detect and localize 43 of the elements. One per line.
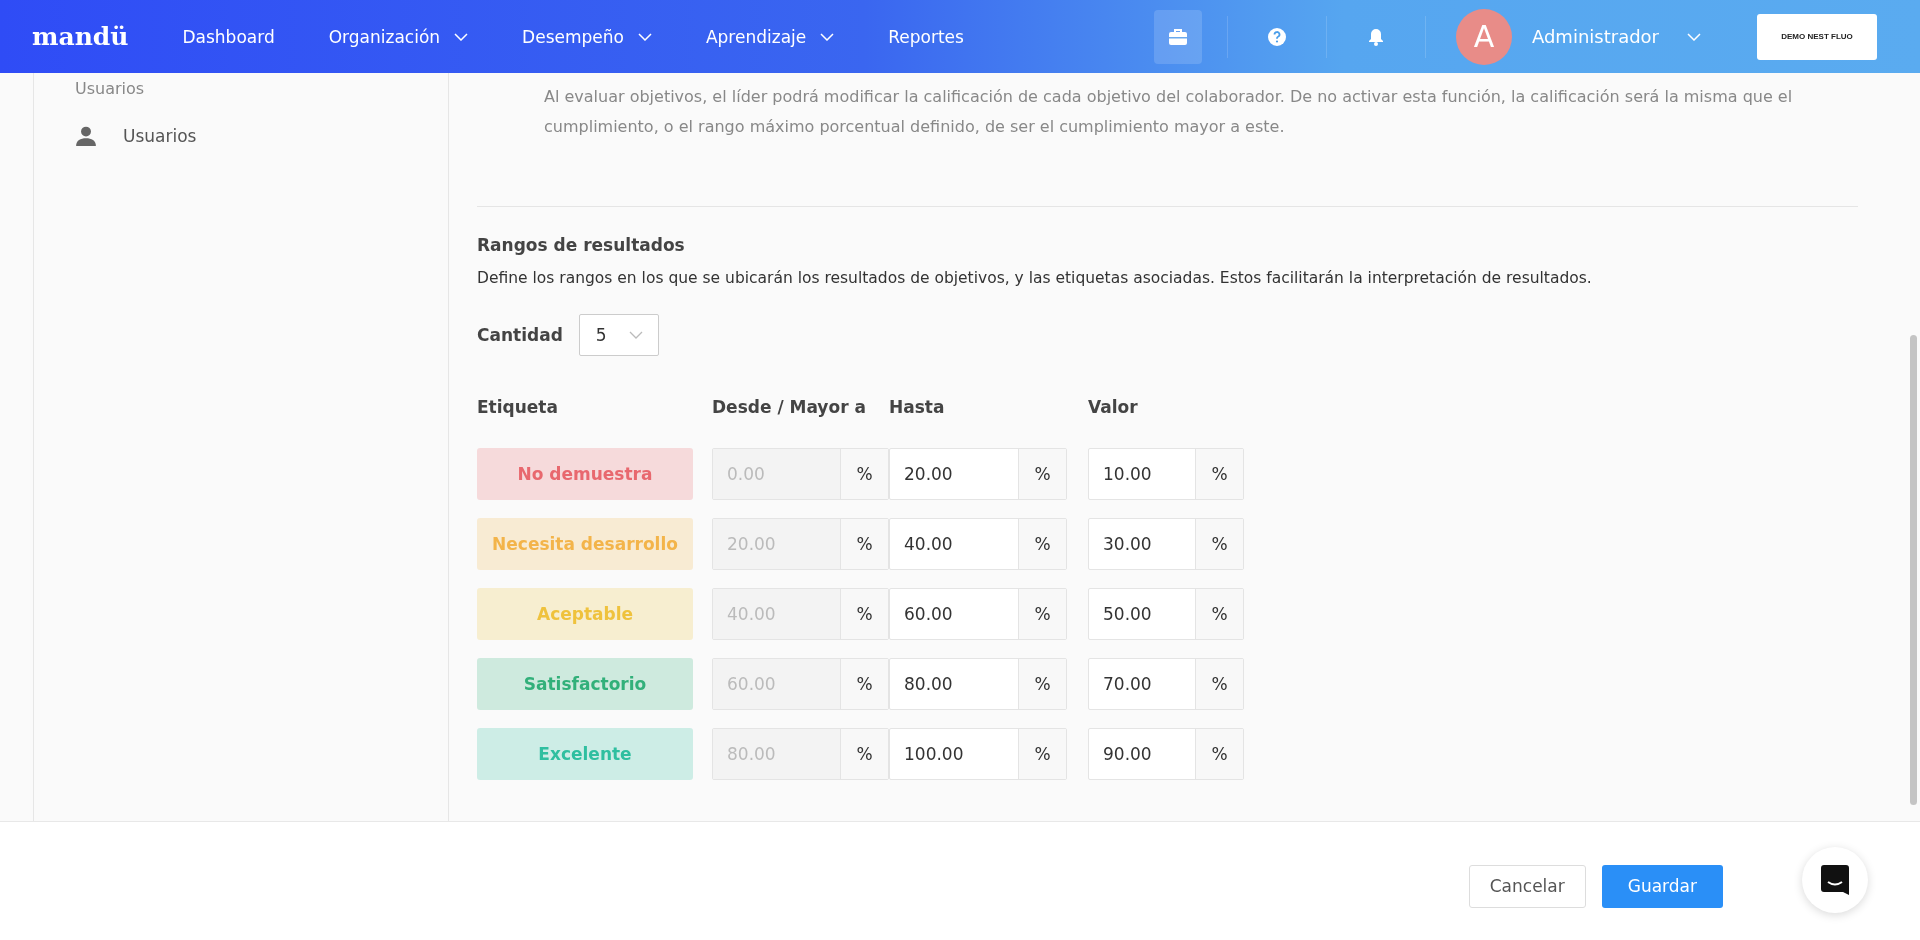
- range-label: Satisfactorio: [477, 658, 693, 710]
- range-label: Necesita desarrollo: [477, 518, 693, 570]
- to-input[interactable]: 40.00 %: [889, 518, 1067, 570]
- value-input[interactable]: 30.00 %: [1088, 518, 1244, 570]
- quantity-select[interactable]: 5: [578, 314, 659, 356]
- nav-menu-item[interactable]: Organización: [328, 26, 469, 47]
- section-title: Rangos de resultados: [477, 235, 686, 255]
- nav-menu-item[interactable]: Dashboard: [182, 26, 275, 47]
- person-icon: [75, 125, 97, 147]
- to-input[interactable]: 80.00 %: [889, 658, 1067, 710]
- column-header: Hasta: [889, 396, 946, 419]
- to-input[interactable]: 60.00 %: [889, 588, 1067, 640]
- column-header: Valor: [1088, 396, 1139, 419]
- option-description: Al evaluar objetivos, el líder podrá modificar la calificación de cada objetivo del colaborador. De no activar esta función, la calificación será la misma que el cumplimiento, o el rango máximo porcentual definido, de ser el cumplimiento mayor a este.: [544, 86, 1794, 138]
- chevron-down-icon: [820, 32, 835, 41]
- range-label: Excelente: [477, 728, 693, 780]
- nav-menu-item[interactable]: Aprendizaje: [705, 26, 835, 47]
- chevron-down-icon: [637, 32, 652, 41]
- cancel-button[interactable]: Cancelar: [1468, 864, 1586, 908]
- scrollbar[interactable]: [1910, 335, 1917, 805]
- nav-menu-item[interactable]: Desempeño: [522, 26, 652, 47]
- sidebar-heading: Usuarios: [74, 79, 146, 100]
- quantity-label: Cantidad: [477, 325, 563, 345]
- column-header: Etiqueta: [477, 396, 559, 419]
- sidebar-item[interactable]: Usuarios: [34, 105, 448, 147]
- section-description: Define los rangos en los que se ubicarán los resultados de objetivos, y las etiquetas asociadas. Estos facilitarán la interpretación de resultados.: [477, 269, 1593, 287]
- range-label: Aceptable: [477, 588, 693, 640]
- to-input[interactable]: 20.00 %: [889, 448, 1067, 500]
- value-input[interactable]: 10.00 %: [1088, 448, 1244, 500]
- chat-bubble-icon: [1820, 864, 1850, 896]
- to-input[interactable]: 100.00 %: [889, 728, 1067, 780]
- logo[interactable]: mandü: [32, 22, 129, 51]
- company-button[interactable]: DEMO NEST FLUO: [1757, 13, 1877, 60]
- value-input[interactable]: 50.00 %: [1088, 588, 1244, 640]
- value-input[interactable]: 70.00 %: [1088, 658, 1244, 710]
- value-input[interactable]: 90.00 %: [1088, 728, 1244, 780]
- range-label: No demuestra: [477, 448, 693, 500]
- chevron-down-icon: [628, 331, 643, 339]
- nav-menu-item[interactable]: Reportes: [888, 26, 964, 47]
- column-header: Desde / Mayor a: [712, 396, 867, 419]
- chevron-down-icon: [454, 32, 469, 41]
- chevron-down-icon[interactable]: [1687, 32, 1701, 41]
- briefcase-icon[interactable]: [1153, 9, 1202, 64]
